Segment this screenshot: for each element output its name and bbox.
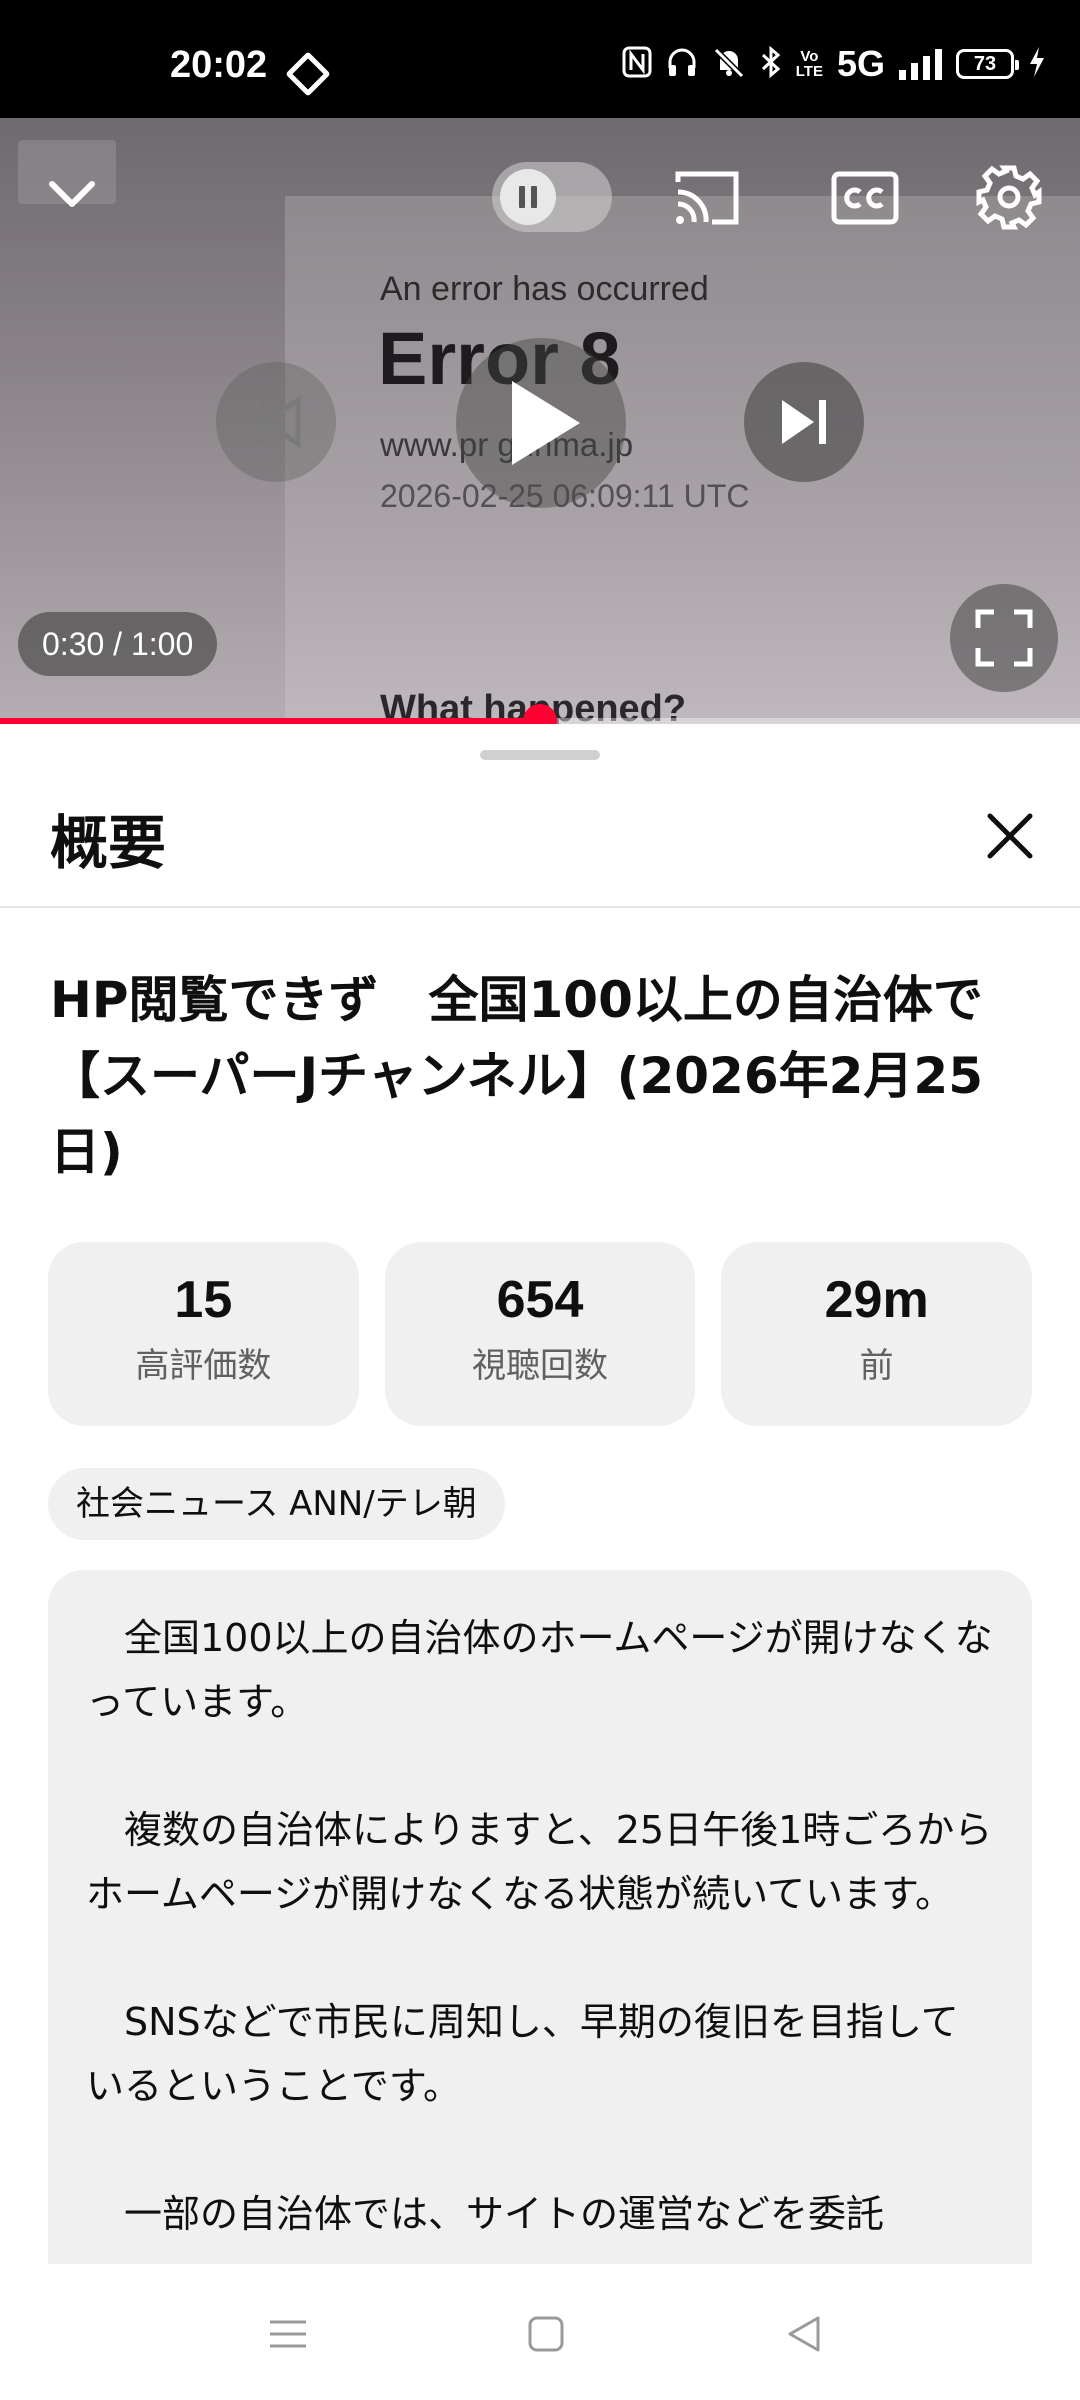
status-bar: 20:02 Vo LTE 5G 73 [0, 0, 1080, 118]
minimize-chevron-icon[interactable] [44, 170, 100, 222]
notification-diamond-icon [285, 51, 331, 97]
stat-label: 視聴回数 [472, 1346, 608, 1386]
stat-label: 前 [859, 1346, 894, 1386]
nfc-icon [622, 46, 652, 83]
progress-bar[interactable] [0, 704, 1080, 724]
description-paragraph: 複数の自治体によりますと、25日午後1時ごろからホームページが開けなくなる状態が… [86, 1808, 993, 1916]
stat-uploaded[interactable]: 29m 前 [721, 1242, 1033, 1426]
progress-fill [0, 718, 540, 724]
stat-likes: 15 高評価数 [48, 1242, 359, 1426]
battery-level: 73 [973, 52, 997, 75]
video-title: HP閲覧できず 全国100以上の自治体で【スーパーJチャンネル】(2026年2月… [50, 971, 983, 1181]
category-tag[interactable]: 社会ニュース ANN/テレ朝 [48, 1468, 505, 1540]
video-frame-text: An error has occurred [380, 270, 709, 308]
home-icon[interactable] [516, 2304, 576, 2364]
status-icons: Vo LTE 5G 73 [622, 40, 1046, 88]
video-player[interactable]: An error has occurred Error 8 www.pr gun… [0, 118, 1080, 724]
pause-icon [500, 169, 556, 225]
mute-icon [712, 46, 746, 83]
stat-value: 29m [824, 1271, 929, 1329]
stat-value: 15 [174, 1271, 233, 1329]
close-icon[interactable] [980, 806, 1040, 866]
stats-row: 15 高評価数 654 視聴回数 29m 前 [48, 1242, 1033, 1426]
description-sheet: 概要 HP閲覧できず 全国100以上の自治体で【スーパーJチャンネル】(2026… [0, 726, 1080, 2264]
captions-icon[interactable] [830, 168, 900, 232]
charging-icon [1028, 46, 1046, 83]
play-button[interactable] [456, 338, 626, 508]
settings-gear-icon[interactable] [976, 164, 1042, 234]
volte-indicator: Vo LTE [795, 48, 823, 80]
network-type: 5G [836, 43, 885, 84]
description-paragraph: 全国100以上の自治体のホームページが開けなくなっています。 [86, 1616, 993, 1724]
back-icon[interactable] [774, 2304, 834, 2364]
recent-apps-icon[interactable] [258, 2304, 318, 2364]
skip-next-icon [782, 400, 826, 444]
description-paragraph: SNSなどで市民に周知し、早期の復旧を目指しているということです。 [86, 2000, 959, 2108]
previous-button[interactable] [216, 362, 336, 482]
bluetooth-icon [760, 45, 782, 83]
autoplay-toggle[interactable] [492, 162, 612, 232]
description-box[interactable]: 全国100以上の自治体のホームページが開けなくなっています。 複数の自治体により… [48, 1570, 1032, 2264]
description-paragraph: 一部の自治体では、サイトの運営などを委託 [124, 2192, 885, 2236]
sheet-title: 概要 [50, 809, 167, 877]
time-display: 0:30 / 1:00 [18, 612, 218, 676]
skip-previous-icon [254, 395, 301, 449]
battery-icon: 73 [956, 49, 1019, 79]
stat-value: 654 [496, 1271, 584, 1329]
system-nav-bar [0, 2264, 1080, 2400]
signal-icon [899, 48, 942, 80]
next-button[interactable] [744, 362, 864, 482]
fullscreen-button[interactable] [950, 584, 1058, 692]
headphones-icon [666, 46, 698, 83]
fullscreen-icon [975, 609, 1033, 667]
stat-views: 654 視聴回数 [384, 1242, 696, 1426]
cast-icon[interactable] [672, 166, 744, 234]
play-icon [512, 381, 580, 465]
sheet-header: 概要 [0, 726, 1080, 908]
status-time: 20:02 [170, 44, 268, 86]
stat-label: 高評価数 [135, 1346, 272, 1386]
